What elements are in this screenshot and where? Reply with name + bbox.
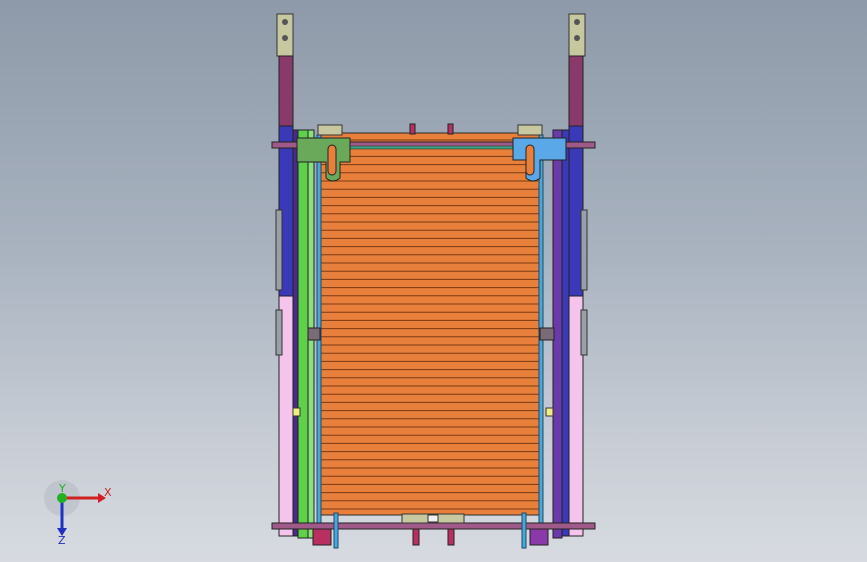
- left-frame-column: [275, 125, 300, 537]
- right-top-bracket: [568, 13, 586, 127]
- left-top-bracket: [276, 13, 294, 127]
- right-mid-connector: [539, 327, 555, 341]
- conveyor-belt: [319, 132, 541, 516]
- y-axis-label: Y: [58, 482, 66, 495]
- x-axis-label: X: [104, 486, 112, 499]
- z-axis-label: Z: [58, 534, 66, 547]
- coordinate-triad: X Y Z: [44, 480, 112, 547]
- conveyor-assembly-model[interactable]: [0, 0, 867, 562]
- cad-viewport[interactable]: X Y Z: [0, 0, 867, 562]
- left-mid-connector: [307, 327, 321, 341]
- right-frame-column: [561, 125, 588, 537]
